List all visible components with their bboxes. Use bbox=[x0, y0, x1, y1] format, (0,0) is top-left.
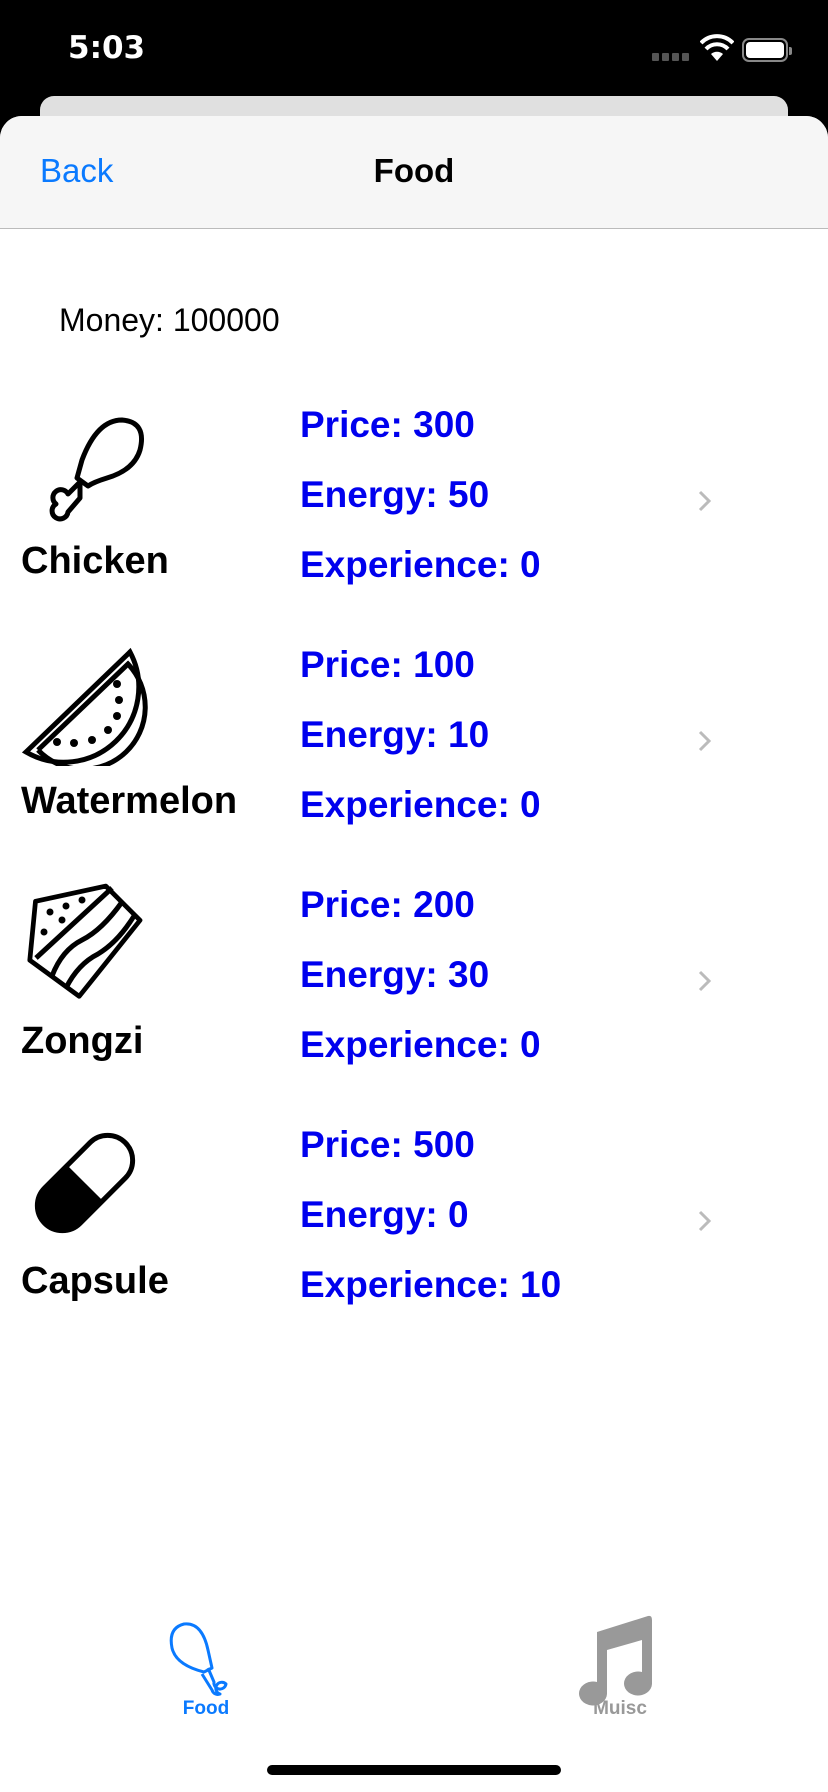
page-title: Food bbox=[373, 152, 455, 189]
item-energy: Energy: 0 bbox=[300, 1194, 469, 1235]
food-sheet: Back Food Money: 100000 Chicken Price: 3… bbox=[0, 116, 828, 1792]
item-experience: Experience: 0 bbox=[300, 784, 541, 825]
chicken-leg-icon bbox=[169, 1622, 228, 1696]
zongzi-icon bbox=[27, 883, 143, 999]
item-price: Price: 100 bbox=[300, 644, 475, 685]
music-note-icon bbox=[579, 1615, 652, 1706]
chicken-leg-icon bbox=[49, 417, 144, 522]
navigation-bar: Back Food bbox=[0, 116, 828, 229]
chevron-right-icon bbox=[698, 1210, 712, 1232]
wifi-icon bbox=[700, 34, 734, 61]
chevron-right-icon bbox=[698, 490, 712, 512]
item-name: Capsule bbox=[21, 1260, 169, 1302]
chevron-right-icon bbox=[698, 730, 712, 752]
item-experience: Experience: 0 bbox=[300, 1024, 541, 1065]
item-energy: Energy: 30 bbox=[300, 954, 490, 995]
food-row-chicken[interactable]: Chicken Price: 300 Energy: 50 Experience… bbox=[0, 400, 828, 640]
item-name: Chicken bbox=[21, 540, 169, 582]
item-name: Watermelon bbox=[21, 780, 238, 822]
watermelon-icon bbox=[22, 647, 148, 766]
food-row-capsule[interactable]: Capsule Price: 500 Energy: 0 Experience:… bbox=[0, 1120, 828, 1360]
food-row-watermelon[interactable]: Watermelon Price: 100 Energy: 10 Experie… bbox=[0, 640, 828, 880]
tab-music[interactable]: Muisc bbox=[550, 1610, 690, 1720]
item-price: Price: 500 bbox=[300, 1124, 475, 1165]
item-price: Price: 300 bbox=[300, 404, 475, 445]
item-name: Zongzi bbox=[21, 1020, 144, 1062]
capsule-icon bbox=[34, 1132, 136, 1234]
home-indicator[interactable] bbox=[267, 1765, 561, 1775]
battery-icon bbox=[742, 38, 792, 62]
status-time: 5:03 bbox=[68, 30, 146, 66]
tab-label: Muisc bbox=[593, 1698, 647, 1719]
chevron-right-icon bbox=[698, 970, 712, 992]
food-row-zongzi[interactable]: Zongzi Price: 200 Energy: 30 Experience:… bbox=[0, 880, 828, 1120]
item-experience: Experience: 10 bbox=[300, 1264, 562, 1305]
cellular-signal-icon bbox=[652, 53, 689, 61]
item-energy: Energy: 50 bbox=[300, 474, 490, 515]
tab-food[interactable]: Food bbox=[136, 1610, 276, 1720]
tab-label: Food bbox=[182, 1698, 230, 1719]
item-price: Price: 200 bbox=[300, 884, 475, 925]
item-experience: Experience: 0 bbox=[300, 544, 541, 585]
money-label: Money: 100000 bbox=[59, 302, 280, 338]
item-energy: Energy: 10 bbox=[300, 714, 490, 755]
